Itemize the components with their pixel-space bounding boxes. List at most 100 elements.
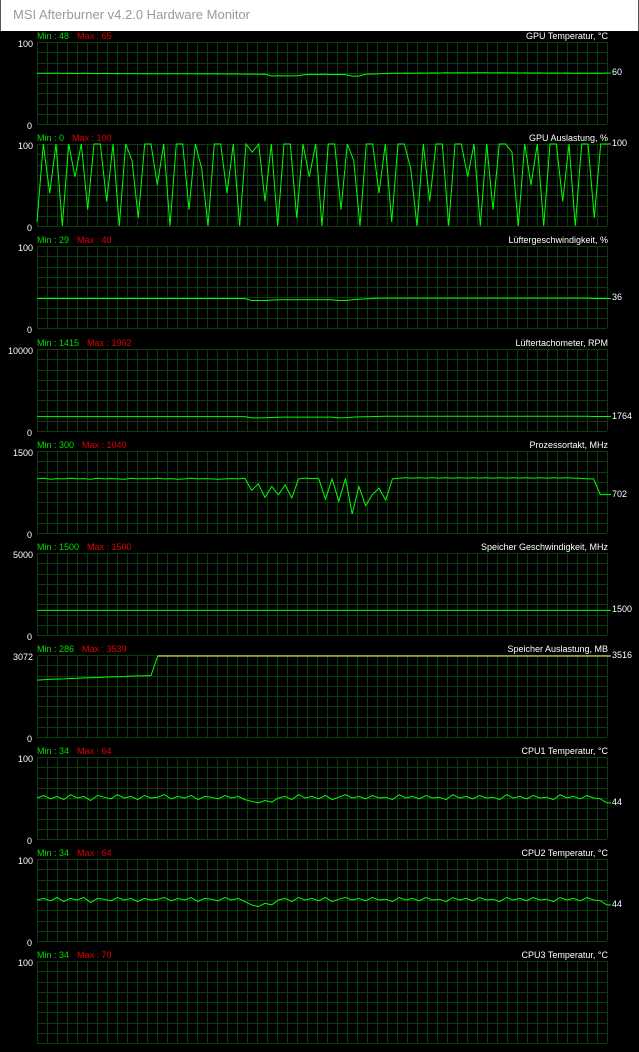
min-max-readout: Min : 48 Max : 65 [37, 31, 112, 41]
graph-canvas [37, 961, 608, 1044]
graph-panel[interactable]: Min : 29 Max : 40 Lüftergeschwindigkeit, %… [0, 235, 639, 337]
graph-title: CPU3 Temperatur, °C [521, 950, 608, 960]
y-axis-min-label: 0 [27, 938, 33, 948]
graph-canvas [36, 655, 611, 738]
min-label: Min : 29 [37, 235, 70, 245]
window-title: MSI Afterburner v4.2.0 Hardware Monitor [13, 7, 250, 22]
min-max-readout: Min : 286 Max : 3539 [37, 644, 127, 654]
y-axis-max-label: 100 [17, 856, 33, 866]
max-label: Max : 64 [77, 746, 112, 756]
y-axis-max-label: 100 [17, 754, 33, 764]
grid [37, 961, 608, 1044]
y-axis-max-label: 5000 [12, 550, 33, 560]
current-value-label: 44 [612, 898, 623, 909]
min-max-readout: Min : 29 Max : 40 [37, 235, 112, 245]
min-max-readout: Min : 34 Max : 64 [37, 848, 112, 858]
y-axis-min-label: 0 [27, 428, 33, 438]
graph-canvas [37, 553, 611, 636]
y-axis-min-label: 0 [27, 734, 33, 744]
y-axis-max-label: 100 [17, 958, 33, 968]
y-axis-max-label: 100 [17, 39, 33, 49]
y-axis-min-label: 0 [27, 632, 33, 642]
min-label: Min : 300 [37, 440, 75, 450]
max-label: Max : 64 [77, 848, 112, 858]
current-value-label: 3516 [612, 650, 633, 660]
y-axis-min-label: 0 [27, 121, 33, 131]
graph-canvas [37, 246, 611, 329]
min-label: Min : 1415 [37, 338, 80, 348]
current-value-label: 44 [612, 796, 623, 807]
current-value-label: 1764 [612, 410, 633, 421]
title-bar[interactable]: MSI Afterburner v4.2.0 Hardware Monitor [0, 0, 639, 31]
graph-canvas [37, 349, 611, 432]
graph-canvas [36, 142, 611, 227]
min-max-readout: Min : 0 Max : 100 [37, 133, 112, 143]
grid [37, 655, 608, 738]
max-label: Max : 65 [77, 31, 112, 41]
graph-panel[interactable]: Min : 34 Max : 64 CPU2 Temperatur, °C 100 0 4… [0, 848, 639, 950]
grid [37, 349, 608, 432]
y-axis-max-label: 10000 [7, 346, 33, 356]
max-label: Max : 1040 [82, 440, 127, 450]
max-label: Max : 1500 [87, 542, 132, 552]
grid [37, 859, 608, 942]
graph-panel[interactable]: Min : 286 Max : 3539 Speicher Auslastung, … [0, 644, 639, 746]
y-axis-max-label: 1500 [12, 448, 33, 458]
min-max-readout: Min : 1415 Max : 1962 [37, 338, 132, 348]
min-label: Min : 48 [37, 31, 70, 41]
min-max-readout: Min : 300 Max : 1040 [37, 440, 127, 450]
max-label: Max : 3539 [82, 644, 127, 654]
y-axis-max-label: 100 [17, 243, 33, 253]
graph-canvas [36, 859, 611, 942]
min-label: Min : 34 [37, 950, 70, 960]
y-axis-max-label: 100 [17, 141, 33, 151]
max-label: Max : 40 [77, 235, 112, 245]
grid [37, 553, 608, 636]
graph-panel[interactable]: Min : 0 Max : 100 GPU Auslastung, % 100 0 100 [0, 133, 639, 235]
graph-title: Speicher Geschwindigkeit, MHz [480, 542, 608, 552]
max-label: Max : 100 [72, 133, 112, 143]
series-line [37, 297, 607, 301]
graph-panel[interactable]: Min : 1500 Max : 1500 Speicher Geschwindig… [0, 542, 639, 644]
grid [37, 42, 608, 125]
current-value-label: 702 [612, 488, 628, 499]
graph-canvas [37, 42, 611, 125]
series-line [37, 415, 607, 419]
graph-panel[interactable]: Min : 48 Max : 65 GPU Temperatur, °C 100 0 60 [0, 31, 639, 133]
graph-canvas [36, 757, 611, 840]
min-label: Min : 0 [37, 133, 65, 143]
graph-title: Prozessortakt, MHz [529, 440, 608, 450]
y-axis-min-label: 0 [27, 223, 33, 233]
min-max-readout: Min : 1500 Max : 1500 [37, 542, 132, 552]
current-value-label: 1500 [612, 604, 633, 615]
grid [37, 246, 608, 329]
graph-title: GPU Temperatur, °C [526, 31, 608, 41]
min-max-readout: Min : 34 Max : 70 [37, 950, 112, 960]
min-label: Min : 1500 [37, 542, 80, 552]
graph-title: Lüftergeschwindigkeit, % [508, 235, 608, 245]
y-axis-min-label: 0 [27, 530, 33, 540]
min-label: Min : 34 [37, 848, 70, 858]
graph-panel[interactable]: Min : 300 Max : 1040 Prozessortakt, MHz 150… [0, 440, 639, 542]
graph-title: GPU Auslastung, % [528, 133, 608, 143]
max-label: Max : 70 [77, 950, 112, 960]
graph-title: CPU2 Temperatur, °C [521, 848, 608, 858]
graph-canvas [36, 451, 611, 534]
grid [37, 757, 608, 840]
min-max-readout: Min : 34 Max : 64 [37, 746, 112, 756]
min-label: Min : 286 [37, 644, 75, 654]
current-value-label: 36 [612, 292, 623, 303]
max-label: Max : 1962 [87, 338, 132, 348]
current-value-label: 100 [612, 138, 628, 148]
graph-title: CPU1 Temperatur, °C [521, 746, 608, 756]
y-axis-min-label: 0 [27, 836, 33, 846]
graph-title: Lüftertachometer, RPM [515, 338, 608, 348]
min-label: Min : 34 [37, 746, 70, 756]
y-axis-max-label: 3072 [12, 652, 33, 662]
graph-panel[interactable]: Min : 34 Max : 70 CPU3 Temperatur, °C 100 [0, 950, 639, 1052]
graph-panel[interactable]: Min : 1415 Max : 1962 Lüftertachometer, RP… [0, 338, 639, 440]
graph-panel[interactable]: Min : 34 Max : 64 CPU1 Temperatur, °C 100 0 4… [0, 746, 639, 848]
y-axis-min-label: 0 [27, 325, 33, 335]
grid [37, 451, 608, 534]
current-value-label: 60 [612, 67, 623, 78]
